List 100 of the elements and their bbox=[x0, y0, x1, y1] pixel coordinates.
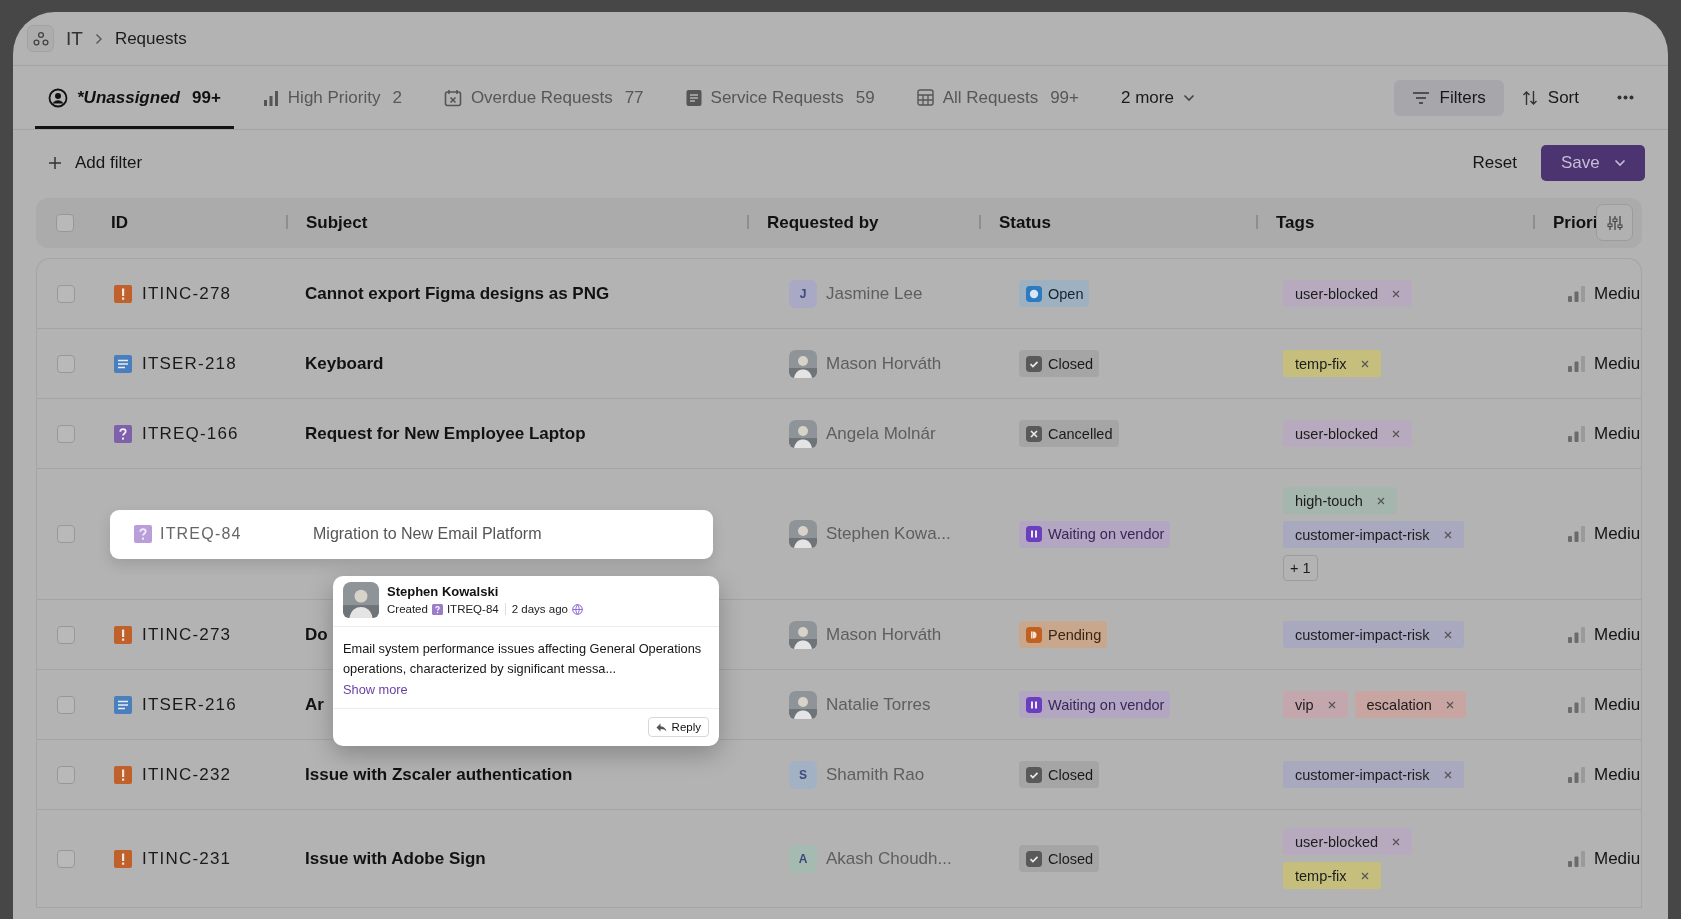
status-label: Closed bbox=[1048, 766, 1094, 783]
tag-label: user-blocked bbox=[1295, 425, 1378, 442]
subject-text: Migration to New Email Platform bbox=[313, 525, 542, 543]
requester-name: Shamith Rao bbox=[826, 764, 925, 785]
requester-name: Angela Molnár bbox=[826, 423, 936, 444]
status-label: Cancelled bbox=[1048, 425, 1113, 442]
priority-bars-icon bbox=[1568, 285, 1585, 302]
alert-icon bbox=[114, 625, 132, 644]
subject-text: Issue with Zscaler authentication bbox=[304, 764, 573, 784]
status-label: Waiting on vendor bbox=[1048, 696, 1165, 713]
reply-button[interactable]: Reply bbox=[647, 717, 709, 737]
subject-text: Do bbox=[304, 624, 328, 644]
chevron-down-icon bbox=[1182, 93, 1195, 102]
alert-icon bbox=[114, 849, 132, 868]
filters-button[interactable]: Filters bbox=[1393, 79, 1504, 116]
sort-button[interactable]: Sort bbox=[1503, 79, 1597, 116]
check-icon bbox=[1026, 355, 1042, 372]
add-filter-button[interactable]: Add filter bbox=[49, 153, 143, 173]
requester-name: Jasmine Lee bbox=[826, 283, 923, 304]
pending-icon bbox=[1026, 626, 1042, 643]
column-header[interactable]: Requested by bbox=[767, 213, 879, 232]
view-tab[interactable]: *Unassigned 99+ bbox=[35, 66, 234, 129]
show-more-link[interactable]: Show more bbox=[343, 682, 408, 697]
avatar-initial: J bbox=[789, 279, 817, 308]
breadcrumb-link[interactable]: IT bbox=[66, 27, 83, 50]
priority-text: Mediu bbox=[1594, 848, 1641, 869]
view-tab[interactable]: Service Requests 59 bbox=[672, 66, 888, 129]
plus-icon bbox=[49, 157, 61, 169]
author-name: Stephen Kowalski bbox=[387, 584, 500, 599]
timestamp: 2 days ago bbox=[511, 603, 568, 615]
more-tags-chip[interactable]: + 1 bbox=[1283, 555, 1318, 581]
subject-text: Ar bbox=[304, 694, 324, 714]
avatar-icon bbox=[789, 349, 817, 378]
alert-icon bbox=[114, 765, 132, 784]
priority-bars-icon bbox=[1568, 766, 1585, 783]
priority-text: Mediu bbox=[1594, 423, 1641, 444]
tag-label: high-touch bbox=[1295, 492, 1363, 509]
save-button[interactable]: Save bbox=[1541, 145, 1645, 181]
tag-label: user-blocked bbox=[1295, 285, 1378, 302]
nodes-icon bbox=[32, 30, 49, 47]
status-label: Open bbox=[1048, 285, 1084, 302]
reset-button[interactable]: Reset bbox=[1472, 153, 1517, 173]
close-icon bbox=[1443, 530, 1452, 539]
view-tab[interactable]: Overdue Requests 77 bbox=[430, 66, 657, 129]
breadcrumb-link[interactable]: Requests bbox=[114, 28, 187, 49]
request-id[interactable]: ITSER-218 bbox=[142, 353, 237, 374]
close-icon bbox=[1392, 837, 1400, 846]
request-id[interactable]: ITREQ-166 bbox=[142, 423, 239, 444]
request-id[interactable]: ITINC-278 bbox=[142, 283, 232, 304]
avatar-icon bbox=[343, 582, 379, 618]
request-id[interactable]: ITINC-231 bbox=[142, 848, 232, 869]
row-checkbox[interactable] bbox=[56, 284, 75, 303]
status-label: Closed bbox=[1048, 355, 1094, 372]
row-checkbox[interactable] bbox=[56, 695, 75, 714]
app-icon-button[interactable] bbox=[27, 25, 54, 52]
request-id[interactable]: ITINC-273 bbox=[142, 624, 232, 645]
row-checkbox[interactable] bbox=[55, 214, 74, 232]
column-header[interactable]: Tags bbox=[1276, 213, 1315, 232]
more-tabs-dropdown[interactable]: 2 more bbox=[1108, 66, 1208, 129]
column-header[interactable]: ID bbox=[111, 213, 128, 232]
priority-text: Mediu bbox=[1594, 524, 1641, 544]
chevron-down-icon bbox=[1613, 159, 1626, 167]
priority-text: Mediu bbox=[1594, 624, 1641, 645]
calendar-icon bbox=[443, 88, 462, 107]
column-header[interactable]: Status bbox=[999, 213, 1051, 232]
row-checkbox[interactable] bbox=[56, 625, 75, 644]
question-icon bbox=[134, 525, 152, 543]
row-checkbox[interactable] bbox=[56, 765, 75, 784]
request-id[interactable]: ITREQ-84 bbox=[160, 525, 242, 543]
pause-icon bbox=[1026, 696, 1042, 713]
sort-icon bbox=[1521, 89, 1538, 106]
ellipsis-icon bbox=[1617, 95, 1634, 100]
row-checkbox[interactable] bbox=[56, 525, 75, 543]
row-checkbox[interactable] bbox=[56, 849, 75, 868]
row-checkbox[interactable] bbox=[56, 424, 75, 443]
sliders-icon bbox=[1606, 214, 1623, 231]
user-icon bbox=[48, 87, 68, 108]
row-checkbox[interactable] bbox=[56, 354, 75, 373]
close-icon bbox=[1026, 425, 1042, 442]
subject-text: Cannot export Figma designs as PNG bbox=[304, 283, 610, 303]
chevron-right-icon bbox=[94, 32, 103, 45]
request-id[interactable]: ITINC-232 bbox=[142, 764, 232, 785]
priority-text: Mediu bbox=[1594, 283, 1641, 304]
close-icon bbox=[1392, 289, 1400, 298]
alert-icon bbox=[114, 284, 132, 303]
column-header[interactable]: Subject bbox=[306, 213, 368, 232]
view-tab[interactable]: High Priority 2 bbox=[249, 66, 415, 129]
highlighted-row-card[interactable]: ITREQ-84 Migration to New Email Platform bbox=[110, 509, 713, 559]
tag-label: temp-fix bbox=[1295, 867, 1347, 884]
column-header[interactable]: Priori bbox=[1553, 213, 1598, 232]
tag-label: customer-impact-risk bbox=[1295, 526, 1430, 543]
priority-bars-icon bbox=[1568, 696, 1585, 713]
column-settings-button[interactable] bbox=[1596, 204, 1633, 241]
close-icon bbox=[1443, 770, 1452, 779]
tag-label: customer-impact-risk bbox=[1295, 626, 1430, 643]
avatar-icon bbox=[789, 520, 817, 548]
priority-bars-icon bbox=[1568, 526, 1585, 542]
view-tab[interactable]: All Requests 99+ bbox=[903, 66, 1092, 129]
request-id[interactable]: ITREQ-84 bbox=[446, 603, 499, 615]
request-id[interactable]: ITSER-216 bbox=[142, 694, 237, 715]
